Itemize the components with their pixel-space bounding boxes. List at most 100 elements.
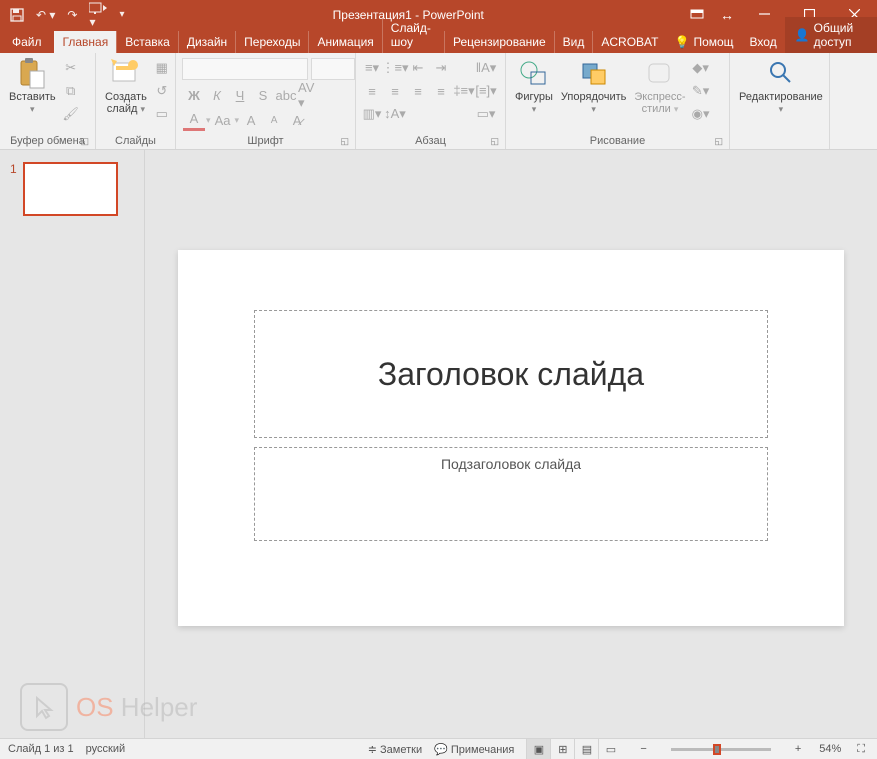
new-slide-button[interactable]: Создать слайд ▾ — [101, 55, 151, 117]
align-center-button[interactable]: ≡ — [384, 80, 406, 102]
sorter-view-icon[interactable]: ⊞ — [550, 739, 574, 759]
format-painter-icon[interactable]: 🖌 — [60, 103, 82, 125]
zoom-level[interactable]: 54% — [819, 743, 841, 755]
font-size-input[interactable] — [311, 58, 355, 80]
line-spacing-button[interactable]: ‡≡▾ — [453, 80, 475, 102]
group-slides: Создать слайд ▾ ▦ ↺ ▭ Слайды — [96, 53, 176, 149]
font-launcher-icon[interactable]: ◱ — [340, 136, 349, 147]
zoom-slider[interactable] — [671, 748, 771, 751]
decrease-indent-button[interactable]: ⇤ — [407, 57, 429, 79]
slide[interactable]: Заголовок слайда Подзаголовок слайда — [178, 250, 844, 626]
editing-button[interactable]: Редактирование▾ — [735, 55, 827, 117]
align-text-button[interactable]: [≡]▾ — [475, 80, 497, 102]
zoom-slider-thumb[interactable] — [713, 744, 721, 755]
slide-canvas-area[interactable]: Заголовок слайда Подзаголовок слайда — [145, 150, 877, 738]
comments-button[interactable]: 💬 Примечания — [434, 743, 514, 756]
bullets-button[interactable]: ≡▾ — [361, 57, 383, 79]
statusbar: Слайд 1 из 1 русский ≑ Заметки 💬 Примеча… — [0, 738, 877, 759]
tell-me[interactable]: 💡Помощ — [666, 31, 741, 53]
group-font: Ж К Ч S abc AV ▾ A▾ Aa▾ A A A̷ Шрифт◱ — [176, 53, 356, 149]
tab-insert[interactable]: Вставка — [116, 31, 178, 53]
bold-button[interactable]: Ж — [183, 84, 205, 106]
slide-thumbnail-1[interactable] — [23, 162, 118, 216]
slide-layout-icon[interactable]: ▦ — [151, 57, 173, 79]
shrink-font-button[interactable]: A — [263, 109, 285, 131]
save-icon[interactable] — [10, 8, 24, 22]
tab-review[interactable]: Рецензирование — [444, 31, 554, 53]
paragraph-launcher-icon[interactable]: ◱ — [490, 136, 499, 147]
strike-button[interactable]: S — [252, 84, 274, 106]
title-placeholder[interactable]: Заголовок слайда — [254, 310, 768, 438]
italic-button[interactable]: К — [206, 84, 228, 106]
fit-to-window-icon[interactable]: ⛶ — [853, 743, 869, 756]
ribbon-tabs: Файл Главная Вставка Дизайн Переходы Ани… — [0, 29, 877, 53]
reading-view-icon[interactable]: ▤ — [574, 739, 598, 759]
font-color-button[interactable]: A — [183, 109, 205, 131]
grow-font-button[interactable]: A — [240, 109, 262, 131]
tab-slideshow[interactable]: Слайд-шоу — [382, 17, 444, 53]
undo-icon[interactable]: ↶ ▾ — [36, 8, 55, 22]
clear-formatting-button[interactable]: A̷ — [286, 109, 308, 131]
tab-acrobat[interactable]: ACROBAT — [592, 31, 666, 53]
slideshow-view-icon[interactable]: ▭ — [598, 739, 622, 759]
redo-icon[interactable]: ↷ — [67, 8, 77, 22]
tab-file[interactable]: Файл — [0, 31, 54, 53]
arrange-icon — [578, 57, 610, 89]
group-drawing: Фигуры▾ Упорядочить▾ Экспресс- стили ▾ ◆… — [506, 53, 730, 149]
font-name-input[interactable] — [182, 58, 308, 80]
paste-icon — [16, 57, 48, 89]
clipboard-launcher-icon[interactable]: ◱ — [80, 136, 89, 147]
align-left-button[interactable]: ≡ — [361, 80, 383, 102]
align-right-button[interactable]: ≡ — [407, 80, 429, 102]
normal-view-icon[interactable]: ▣ — [526, 739, 550, 759]
ribbon-options-icon[interactable] — [682, 0, 712, 29]
find-icon — [765, 57, 797, 89]
language-label[interactable]: русский — [86, 743, 125, 755]
paste-button[interactable]: Вставить▾ — [5, 55, 60, 117]
tab-design[interactable]: Дизайн — [178, 31, 235, 53]
drawing-launcher-icon[interactable]: ◱ — [714, 136, 723, 147]
change-case-button[interactable]: Aa — [212, 109, 234, 131]
qat-dropdown-icon[interactable]: ▾ — [119, 9, 124, 20]
shape-fill-button[interactable]: ◆▾ — [690, 57, 712, 79]
group-paragraph: ≡▾ ⋮≡▾ ⇤ ⇥ ≡ ≡ ≡ ≡ ‡≡▾ ▥▾ ↕A▾ ‖A▾ — [356, 53, 506, 149]
zoom-out-button[interactable]: − — [634, 743, 652, 755]
tab-transitions[interactable]: Переходы — [235, 31, 308, 53]
tab-animations[interactable]: Анимация — [308, 31, 381, 53]
ribbon: Вставить▾ ✂ ⧉ 🖌 Буфер обмена◱ Создать сл… — [0, 53, 877, 150]
quick-styles-button[interactable]: Экспресс- стили ▾ — [630, 55, 689, 117]
zoom-in-button[interactable]: + — [789, 743, 807, 755]
subtitle-placeholder[interactable]: Подзаголовок слайда — [254, 447, 768, 541]
subtitle-text: Подзаголовок слайда — [441, 456, 581, 472]
tab-view[interactable]: Вид — [554, 31, 593, 53]
new-slide-icon — [110, 57, 142, 89]
arrange-button[interactable]: Упорядочить▾ — [557, 55, 630, 117]
cut-icon[interactable]: ✂ — [60, 57, 82, 79]
notes-button[interactable]: ≑ Заметки — [368, 743, 422, 756]
copy-icon[interactable]: ⧉ — [60, 80, 82, 102]
increase-indent-button[interactable]: ⇥ — [430, 57, 452, 79]
slide-counter[interactable]: Слайд 1 из 1 — [8, 743, 74, 755]
columns-button[interactable]: ▥▾ — [361, 103, 383, 125]
smartart-button[interactable]: ▭▾ — [475, 103, 497, 125]
shape-effects-button[interactable]: ◉▾ — [690, 103, 712, 125]
minimize-icon[interactable] — [742, 0, 787, 29]
underline-button[interactable]: Ч — [229, 84, 251, 106]
text-direction-button[interactable]: ↕A▾ — [384, 103, 406, 125]
thumbnail-number: 1 — [10, 162, 17, 216]
shadow-button[interactable]: abc — [275, 84, 297, 106]
text-direction2-button[interactable]: ‖A▾ — [475, 57, 497, 79]
share-button[interactable]: 👤Общий доступ — [785, 17, 877, 53]
numbering-button[interactable]: ⋮≡▾ — [384, 57, 406, 79]
shape-outline-button[interactable]: ✎▾ — [690, 80, 712, 102]
reset-slide-icon[interactable]: ↺ — [151, 80, 173, 102]
tab-home[interactable]: Главная — [54, 31, 117, 53]
section-icon[interactable]: ▭ — [151, 103, 173, 125]
person-icon: 👤 — [795, 28, 810, 42]
justify-button[interactable]: ≡ — [430, 80, 452, 102]
shapes-button[interactable]: Фигуры▾ — [511, 55, 557, 117]
sync-icon[interactable]: ↔ — [712, 0, 742, 29]
sign-in-button[interactable]: Вход — [742, 31, 785, 53]
char-spacing-button[interactable]: AV ▾ — [298, 84, 320, 106]
start-from-beginning-icon[interactable]: ▾ — [89, 1, 107, 29]
